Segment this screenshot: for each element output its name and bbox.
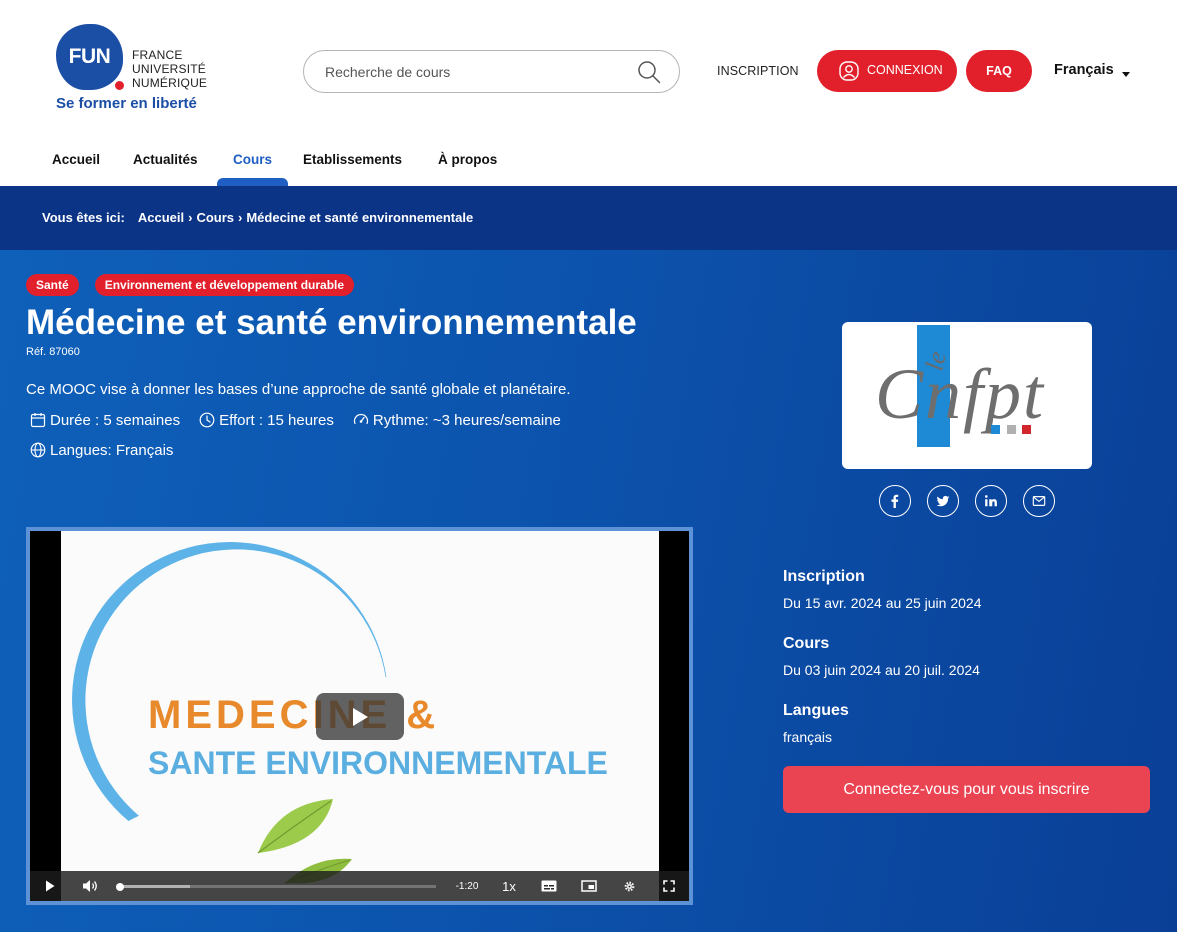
mail-icon	[1032, 496, 1046, 506]
meta-rhythm-text: Rythme: ~3 heures/semaine	[372, 411, 561, 429]
inscription-heading: Inscription	[783, 568, 865, 585]
fullscreen-button[interactable]	[660, 871, 678, 901]
course-hero: Santé Environnement et développement dur…	[0, 250, 1177, 932]
course-search	[303, 50, 680, 93]
gear-icon	[624, 881, 634, 891]
search-input[interactable]	[304, 51, 679, 92]
progress-bar[interactable]	[116, 882, 436, 891]
big-play-button[interactable]	[316, 693, 404, 740]
chevron-down-icon[interactable]	[1122, 72, 1130, 77]
calendar-icon	[30, 413, 46, 428]
search-icon[interactable]	[637, 60, 661, 84]
breadcrumb-item-current: Médecine et santé environnementale	[246, 210, 474, 225]
nav-item-a-propos[interactable]: À propos	[438, 152, 497, 167]
linkedin-icon	[985, 495, 997, 507]
site-header: FUN FRANCE UNIVERSITÉ NUMÉRIQUE Se forme…	[0, 0, 1177, 186]
nav-item-cours[interactable]: Cours	[233, 152, 272, 167]
breadcrumb-separator: ›	[238, 210, 243, 225]
pip-icon	[581, 880, 597, 892]
video-control-bar: -1:20 1x	[30, 871, 689, 901]
meta-languages: Langues: Français	[30, 440, 192, 460]
logo-wordmark: FRANCE UNIVERSITÉ NUMÉRIQUE	[132, 48, 207, 90]
faq-button[interactable]: FAQ	[966, 50, 1032, 92]
meta-duration: Durée : 5 semaines	[30, 412, 180, 429]
breadcrumb-separator: ›	[188, 210, 193, 225]
logo-wordmark-text: Cnfpt	[875, 354, 1045, 434]
facebook-icon	[891, 494, 899, 508]
twitter-icon	[936, 495, 950, 507]
clock-icon	[199, 412, 215, 428]
logo-acronym: FUN	[68, 45, 111, 68]
share-linkedin-button[interactable]	[975, 485, 1007, 517]
picture-in-picture-button[interactable]	[579, 871, 599, 901]
meta-effort: Effort : 15 heures	[199, 412, 334, 429]
video-title-line-2: SANTE ENVIRONNEMENTALE	[148, 745, 608, 781]
nav-item-accueil[interactable]: Accueil	[52, 152, 100, 167]
meta-effort-text: Effort : 15 heures	[219, 411, 334, 429]
playback-rate-button[interactable]: 1x	[497, 871, 521, 901]
breadcrumb-item-accueil[interactable]: Accueil	[138, 210, 184, 225]
nav-item-actualites[interactable]: Actualités	[133, 152, 198, 167]
tag-sante[interactable]: Santé	[26, 274, 79, 296]
login-to-enroll-button[interactable]: Connectez-vous pour vous inscrire	[783, 766, 1150, 813]
logo-square-grey	[1007, 425, 1016, 434]
nav-active-indicator	[217, 178, 288, 186]
fullscreen-icon	[663, 880, 675, 892]
gauge-icon	[353, 413, 368, 425]
play-button[interactable]	[40, 871, 60, 901]
inscription-dates: Du 15 avr. 2024 au 25 juin 2024	[783, 595, 982, 611]
faq-label: FAQ	[986, 64, 1012, 78]
connexion-label: CONNEXION	[867, 63, 943, 77]
logo-square-blue	[991, 425, 1000, 434]
share-facebook-button[interactable]	[879, 485, 911, 517]
video-player[interactable]: MEDECINE & SANTE ENVIRONNEMENTALE -1:20 …	[26, 527, 693, 905]
user-icon	[838, 60, 860, 82]
play-icon	[353, 707, 368, 726]
logo-line-1: FRANCE	[132, 48, 183, 62]
nav-item-etablissements[interactable]: Etablissements	[303, 152, 402, 167]
cours-heading: Cours	[783, 635, 830, 652]
share-twitter-button[interactable]	[927, 485, 959, 517]
tag-environnement[interactable]: Environnement et développement durable	[94, 274, 355, 296]
logo-line-2: UNIVERSITÉ	[132, 62, 207, 76]
page-title: Médecine et santé environnementale	[26, 303, 637, 342]
meta-languages-text: Langues: Français	[50, 441, 174, 459]
inscription-link[interactable]: INSCRIPTION	[717, 64, 799, 78]
volume-icon	[83, 880, 97, 892]
fun-logo[interactable]: FUN	[56, 24, 123, 90]
play-icon	[46, 880, 55, 892]
logo-square-red	[1022, 425, 1031, 434]
breadcrumb-item-cours[interactable]: Cours	[196, 210, 234, 225]
breadcrumb-prefix: Vous êtes ici:	[42, 210, 125, 225]
course-description: Ce MOOC vise à donner les bases d’une ap…	[26, 381, 571, 398]
breadcrumb: Vous êtes ici: Accueil › Cours › Médecin…	[0, 186, 1177, 250]
partner-logo[interactable]: le Cnfpt	[842, 322, 1092, 469]
cta-label: Connectez-vous pour vous inscrire	[843, 780, 1090, 798]
captions-button[interactable]	[539, 871, 559, 901]
share-mail-button[interactable]	[1023, 485, 1055, 517]
course-reference: Réf. 87060	[26, 346, 80, 358]
logo-line-3: NUMÉRIQUE	[132, 76, 208, 90]
globe-icon	[30, 442, 46, 458]
course-meta: Durée : 5 semaines Effort : 15 heures Ry…	[30, 410, 580, 430]
langues-heading: Langues	[783, 702, 849, 719]
logo-red-dot	[115, 81, 124, 90]
langues-value: français	[783, 729, 833, 745]
language-selector[interactable]: Français	[1054, 62, 1114, 78]
captions-icon	[541, 880, 557, 892]
volume-button[interactable]	[79, 871, 101, 901]
meta-rhythm: Rythme: ~3 heures/semaine	[353, 412, 561, 429]
meta-duration-text: Durée : 5 semaines	[50, 411, 181, 429]
logo-tagline: Se former en liberté	[56, 95, 197, 112]
settings-button[interactable]	[620, 871, 638, 901]
course-tags: Santé Environnement et développement dur…	[26, 274, 355, 296]
progress-handle[interactable]	[116, 882, 124, 891]
cours-dates: Du 03 juin 2024 au 20 juil. 2024	[783, 662, 980, 678]
time-remaining: -1:20	[455, 880, 479, 892]
buffered-bar	[120, 885, 190, 888]
connexion-button[interactable]: CONNEXION	[817, 50, 957, 92]
